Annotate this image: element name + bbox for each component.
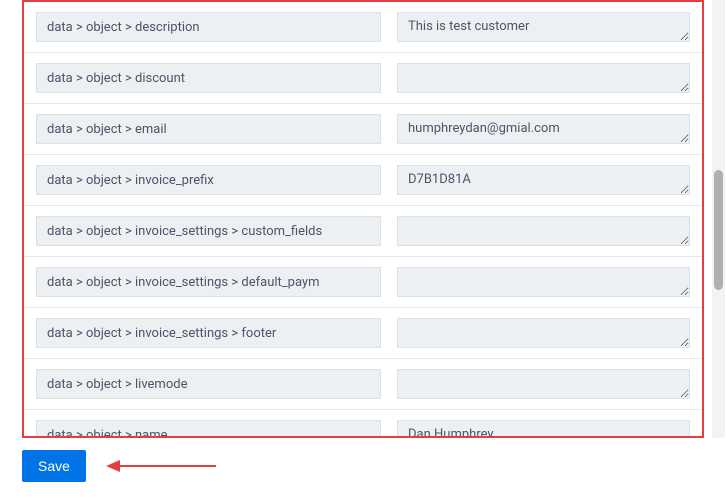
field-row: data > object > invoice_prefix: [24, 155, 702, 206]
field-label-custom-fields: data > object > invoice_settings > custo…: [36, 216, 381, 246]
field-row: data > object > livemode: [24, 359, 702, 410]
field-label-name: data > object > name: [36, 420, 381, 438]
field-row: data > object > discount: [24, 53, 702, 104]
field-label-email: data > object > email: [36, 114, 381, 144]
field-value-wrap: [397, 369, 690, 399]
field-row: data > object > email: [24, 104, 702, 155]
field-row: data > object > description: [24, 2, 702, 53]
field-value-invoice-prefix[interactable]: [397, 165, 690, 195]
field-value-default-paym[interactable]: [397, 267, 690, 297]
arrow-annotation-icon: [106, 457, 216, 475]
field-value-name[interactable]: [397, 420, 690, 438]
field-value-wrap: [397, 165, 690, 195]
field-row: data > object > invoice_settings > defau…: [24, 257, 702, 308]
field-label-invoice-prefix: data > object > invoice_prefix: [36, 165, 381, 195]
save-button[interactable]: Save: [22, 450, 86, 482]
field-label-footer: data > object > invoice_settings > foote…: [36, 318, 381, 348]
field-value-email[interactable]: [397, 114, 690, 144]
field-value-wrap: [397, 12, 690, 42]
field-value-wrap: [397, 114, 690, 144]
bottom-bar: Save: [0, 438, 726, 494]
field-label-description: data > object > description: [36, 12, 381, 42]
field-row: data > object > invoice_settings > custo…: [24, 206, 702, 257]
field-value-livemode[interactable]: [397, 369, 690, 399]
field-value-wrap: [397, 63, 690, 93]
field-label-default-paym: data > object > invoice_settings > defau…: [36, 267, 381, 297]
field-value-custom-fields[interactable]: [397, 216, 690, 246]
field-value-wrap: [397, 420, 690, 438]
field-value-wrap: [397, 267, 690, 297]
field-label-discount: data > object > discount: [36, 63, 381, 93]
field-label-livemode: data > object > livemode: [36, 369, 381, 399]
field-row: data > object > name: [24, 410, 702, 438]
field-value-wrap: [397, 216, 690, 246]
scrollbar-thumb[interactable]: [714, 170, 723, 290]
field-value-discount[interactable]: [397, 63, 690, 93]
field-value-description[interactable]: [397, 12, 690, 42]
fields-panel: data > object > description data > objec…: [22, 0, 704, 438]
field-value-footer[interactable]: [397, 318, 690, 348]
field-row: data > object > invoice_settings > foote…: [24, 308, 702, 359]
field-value-wrap: [397, 318, 690, 348]
